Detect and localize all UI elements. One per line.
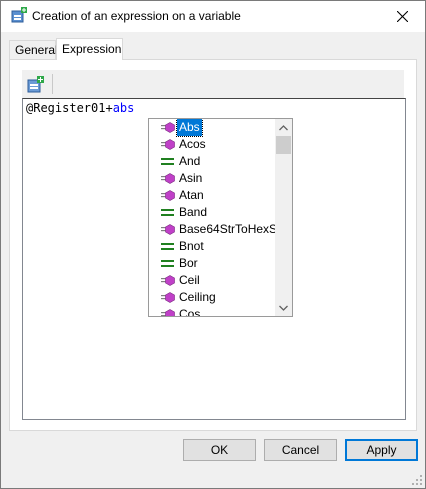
editor-toolbar [22, 70, 404, 99]
cancel-button[interactable]: Cancel [264, 439, 337, 461]
autocomplete-item-label: Acos [179, 137, 206, 151]
operator-icon [161, 158, 174, 165]
close-button[interactable] [379, 1, 425, 32]
autocomplete-item[interactable]: Base64StrToHexStr [149, 221, 284, 238]
chevron-down-icon [279, 305, 288, 311]
autocomplete-item-label: Base64StrToHexStr [179, 222, 285, 236]
autocomplete-item-label: Asin [179, 171, 203, 185]
function-icon [161, 309, 175, 316]
scroll-up-button[interactable] [275, 119, 292, 136]
autocomplete-item[interactable]: Band [149, 204, 275, 221]
operator-icon [161, 209, 174, 216]
tab-general[interactable]: General [9, 40, 58, 59]
autocomplete-item-label: Bnot [179, 239, 204, 253]
autocomplete-scrollbar[interactable] [275, 119, 292, 316]
operator-icon [161, 260, 174, 267]
function-icon [161, 139, 175, 150]
scroll-down-button[interactable] [275, 299, 292, 316]
operator-icon [161, 243, 174, 250]
expression-prefix: @Register01+ [26, 101, 113, 115]
autocomplete-item[interactable]: Abs [149, 119, 275, 137]
autocomplete-item-label: Cos [179, 307, 201, 317]
autocomplete-item[interactable]: Bnot [149, 238, 275, 255]
autocomplete-item-label: Ceil [179, 273, 200, 287]
dialog-window: Creation of an expression on a variable … [0, 0, 426, 489]
function-icon [161, 122, 175, 133]
toolbar-separator [52, 74, 53, 94]
tab-expression[interactable]: Expression [56, 38, 123, 60]
autocomplete-item-label: Ceiling [179, 290, 216, 304]
autocomplete-item[interactable]: Bor [149, 255, 275, 272]
function-icon [161, 275, 175, 286]
title-bar[interactable]: Creation of an expression on a variable [1, 1, 425, 32]
autocomplete-item[interactable]: Cos [149, 306, 275, 317]
function-icon [161, 292, 175, 303]
function-icon [161, 224, 175, 235]
insert-function-icon [27, 76, 44, 93]
function-icon [161, 190, 175, 201]
apply-button[interactable]: Apply [345, 439, 418, 461]
autocomplete-item[interactable]: Ceiling [149, 289, 275, 306]
resize-grip-icon[interactable] [412, 475, 422, 485]
expression-text: @Register01+abs [26, 101, 134, 115]
autocomplete-item-label: Atan [179, 188, 204, 202]
autocomplete-item[interactable]: Ceil [149, 272, 275, 289]
autocomplete-list: Abs Acos And Asin Atan Band Base64StrToHexStr B… [149, 119, 284, 317]
autocomplete-item[interactable]: Acos [149, 136, 275, 153]
expression-app-icon [11, 7, 27, 23]
close-icon [396, 11, 408, 22]
insert-function-button[interactable] [25, 73, 47, 95]
autocomplete-item[interactable]: Atan [149, 187, 275, 204]
autocomplete-popup: Abs Acos And Asin Atan Band Base64StrToHexStr B… [148, 118, 293, 317]
window-title: Creation of an expression on a variable [32, 9, 241, 23]
autocomplete-item-label: And [179, 154, 201, 168]
expression-keyword: abs [112, 101, 135, 115]
scrollbar-thumb[interactable] [276, 136, 291, 154]
autocomplete-item[interactable]: And [149, 153, 275, 170]
autocomplete-item-label: Band [179, 205, 208, 219]
autocomplete-item-label: Bor [179, 256, 198, 270]
autocomplete-item-label: Abs [176, 119, 203, 137]
ok-button[interactable]: OK [183, 439, 256, 461]
function-icon [161, 173, 175, 184]
autocomplete-item[interactable]: Asin [149, 170, 275, 187]
chevron-up-icon [279, 124, 288, 130]
